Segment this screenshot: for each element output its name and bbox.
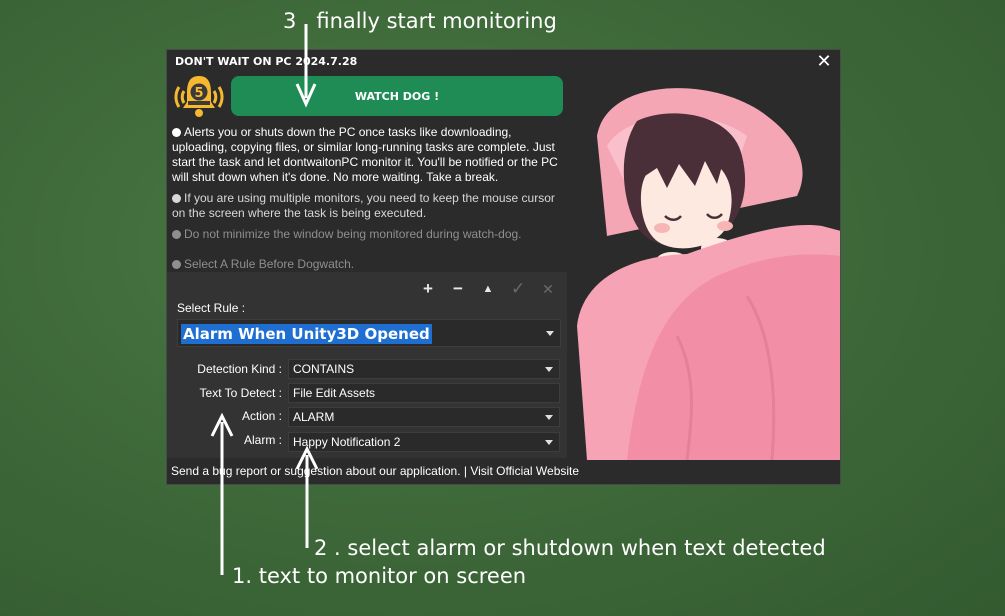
info-monitors-text: If you are using multiple monitors, you … [172,191,555,220]
bullet-icon [172,230,181,239]
alarm-label: Alarm : [243,433,282,447]
bullet-icon [172,260,181,269]
detection-kind-label: Detection Kind : [197,362,282,376]
action-dropdown[interactable]: ALARM [288,407,560,427]
close-button[interactable]: ✕ [814,51,834,71]
select-rule-label: Select Rule : [177,301,246,315]
confirm-rule-button[interactable]: ✓ [511,280,525,298]
move-up-button[interactable]: ▲ [481,280,495,298]
rule-toolbar: + − ▲ ✓ ✕ [421,280,555,298]
info-alerts: Alerts you or shuts down the PC once tas… [172,125,567,185]
bell-badge: 5 [194,86,203,101]
add-rule-button[interactable]: + [421,280,435,298]
bug-report-link[interactable]: Send a bug report or suggestion about ou… [171,464,461,478]
action-value: ALARM [293,410,335,424]
annotation-step-1: 1. text to monitor on screen [232,564,527,588]
text-to-detect-input[interactable] [288,383,560,403]
chevron-down-icon [545,367,553,372]
chevron-down-icon [545,440,553,445]
delete-rule-button[interactable]: ✕ [541,280,555,298]
bell-icon: 5 [173,73,225,119]
annotation-step-3: 3 . finally start monitoring [283,9,557,33]
title-bar: DON'T WAIT ON PC 2024.7.28 ✕ [167,50,840,74]
bullet-icon [172,194,181,203]
app-window: DON'T WAIT ON PC 2024.7.28 ✕ 5 WATCH DOG… [166,49,841,485]
remove-rule-button[interactable]: − [451,280,465,298]
sleeping-girl-illustration [567,76,840,461]
detection-kind-value: CONTAINS [293,362,355,376]
info-minimize-text: Do not minimize the window being monitor… [184,227,522,241]
rule-dropdown-value: Alarm When Unity3D Opened [181,324,432,344]
alarm-value: Happy Notification 2 [293,435,401,449]
info-alerts-text: Alerts you or shuts down the PC once tas… [172,125,558,184]
chevron-down-icon [545,415,553,420]
window-title: DON'T WAIT ON PC 2024.7.28 [175,55,358,68]
info-select-rule-text: Select A Rule Before Dogwatch. [184,257,355,271]
info-select-rule: Select A Rule Before Dogwatch. [172,257,567,272]
alarm-dropdown[interactable]: Happy Notification 2 [288,432,560,452]
detection-kind-dropdown[interactable]: CONTAINS [288,359,560,379]
footer-bar: Send a bug report or suggestion about ou… [167,460,840,484]
watch-dog-button[interactable]: WATCH DOG ! [231,76,563,116]
annotation-step-2: 2 . select alarm or shutdown when text d… [314,536,826,560]
official-website-link[interactable]: Visit Official Website [470,464,579,478]
info-minimize: Do not minimize the window being monitor… [172,227,567,242]
rule-dropdown[interactable]: Alarm When Unity3D Opened [177,319,561,347]
text-to-detect-label: Text To Detect : [199,386,282,400]
footer-separator: | [460,464,471,478]
bullet-icon [172,128,181,137]
chevron-down-icon [546,331,554,336]
rule-panel: + − ▲ ✓ ✕ Select Rule : Alarm When Unity… [167,272,567,458]
action-label: Action : [241,409,282,423]
info-monitors: If you are using multiple monitors, you … [172,191,567,221]
